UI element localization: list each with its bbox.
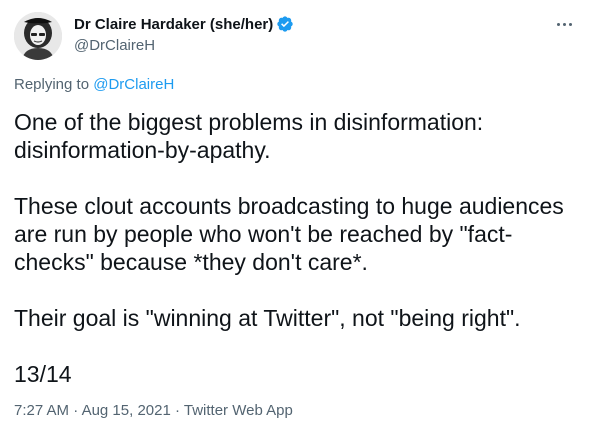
tweet-paragraph-4: 13/14 <box>14 361 72 387</box>
tweet-paragraph-3: Their goal is "winning at Twitter", not … <box>14 305 521 331</box>
tweet-time: 7:27 AM <box>14 402 70 419</box>
tweet-body: One of the biggest problems in disinform… <box>14 108 580 388</box>
meta-separator: · <box>69 402 82 419</box>
display-name[interactable]: Dr Claire Hardaker (she/her) <box>74 16 273 33</box>
display-name-row: Dr Claire Hardaker (she/her) <box>74 14 294 34</box>
tweet-meta: 7:27 AM · Aug 15, 2021 · Twitter Web App <box>14 402 293 419</box>
author-names: Dr Claire Hardaker (she/her) @DrClaireH <box>74 14 294 54</box>
verified-badge-icon <box>276 15 294 33</box>
reply-context: Replying to @DrClaireH <box>14 76 174 93</box>
tweet-date: Aug 15, 2021 <box>81 402 171 419</box>
author-handle[interactable]: @DrClaireH <box>74 37 294 54</box>
more-options-icon[interactable] <box>550 14 578 34</box>
tweet-paragraph-1: One of the biggest problems in disinform… <box>14 109 484 163</box>
tweet-paragraph-2: These clout accounts broadcasting to hug… <box>14 193 564 275</box>
tweet-header: Dr Claire Hardaker (she/her) @DrClaireH <box>14 10 580 60</box>
avatar[interactable] <box>14 12 62 60</box>
avatar-photo <box>14 12 62 60</box>
reply-prefix: Replying to <box>14 76 94 93</box>
reply-handle-link[interactable]: @DrClaireH <box>93 76 174 93</box>
meta-separator: · <box>170 402 184 419</box>
tweet-time-link[interactable]: 7:27 AM · Aug 15, 2021 <box>14 402 171 419</box>
tweet: Dr Claire Hardaker (she/her) @DrClaireH … <box>0 0 590 437</box>
tweet-source-link[interactable]: Twitter Web App <box>184 402 293 419</box>
